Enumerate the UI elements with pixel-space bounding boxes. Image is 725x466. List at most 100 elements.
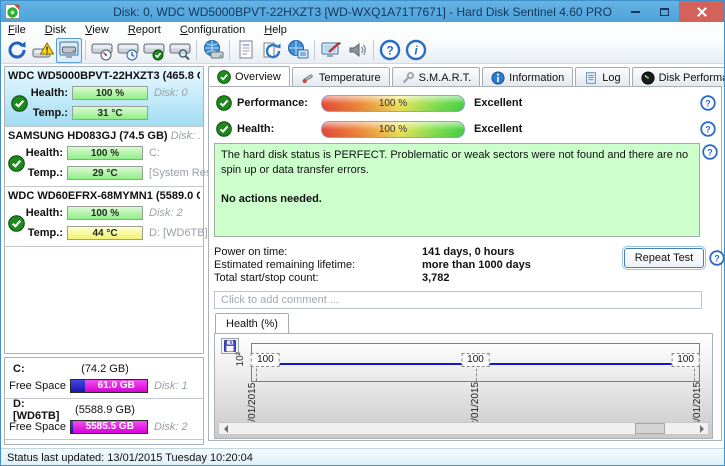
menu-file[interactable]: File <box>8 24 26 36</box>
partition-item-d[interactable]: D: [WD6TB] (5588.9 GB) Free Space 5585.5… <box>5 399 203 440</box>
partition-item-c[interactable]: C: (74.2 GB) Free Space 61.0 GB Disk: 1 <box>5 358 203 399</box>
stat-start-stop-count: Total start/stop count: 3,782 <box>214 271 531 284</box>
globe-disk-icon[interactable] <box>200 38 226 63</box>
stat-remaining-lifetime: Estimated remaining lifetime: more than … <box>214 258 531 271</box>
health-label: Health: <box>30 87 68 99</box>
disk-number: Disk: 0 <box>154 87 200 99</box>
minimize-icon <box>631 11 640 13</box>
chart-point-label: 100 <box>461 353 490 367</box>
svg-text:?: ? <box>707 148 713 158</box>
disk-item-2[interactable]: WDC WD60EFRX-68MYMN1 (5589.0 GB) Health:… <box>5 187 203 247</box>
menubar: File Disk View Report Configuration Help <box>1 22 724 37</box>
help-icon[interactable]: ? <box>377 38 403 63</box>
health-bar: 100 % <box>67 146 143 160</box>
repeat-test-button[interactable]: Repeat Test <box>624 248 704 268</box>
thermometer-icon <box>301 71 315 85</box>
speaker-icon[interactable] <box>344 38 370 63</box>
tab-smart[interactable]: S.M.A.R.T. <box>392 67 481 87</box>
ok-check-icon <box>216 95 232 111</box>
status-last-updated: Status last updated: 13/01/2015 Tuesday … <box>7 452 253 464</box>
refresh-status-icon[interactable] <box>4 38 30 63</box>
tab-temperature[interactable]: Temperature <box>292 67 390 87</box>
repeat-test-help-icon[interactable]: ? <box>709 250 725 266</box>
stats-block: Power on time: 141 days, 0 hours Estimat… <box>214 245 531 284</box>
free-space-label: Free Space <box>8 380 66 392</box>
menu-report[interactable]: Report <box>128 24 161 36</box>
svg-text:?: ? <box>386 44 393 58</box>
tab-bar: Overview Temperature S.M.A.R.T. Informat… <box>208 66 725 87</box>
health-bar: 100 % <box>67 206 143 220</box>
smart-tool-icon <box>401 71 415 85</box>
toolbar-separator <box>196 40 197 60</box>
disk-item-0[interactable]: WDC WD5000BPVT-22HXZT3 (465.8 GB) Health… <box>5 67 203 127</box>
disk-title: WDC WD5000BPVT-22HXZT3 (465.8 GB) <box>8 68 200 83</box>
menu-view[interactable]: View <box>85 24 109 36</box>
health-history-chart: 10² 100 100 100 11/01/2015 12/01/2015 13… <box>214 333 713 439</box>
scroll-right-icon[interactable] <box>695 423 708 434</box>
health-row: Health: 100 % Excellent <box>216 119 522 139</box>
disk-monitor-icon[interactable] <box>56 38 82 63</box>
refresh-report-icon[interactable] <box>259 38 285 63</box>
chart-tab-health[interactable]: Health (%) <box>215 313 289 333</box>
menu-disk[interactable]: Disk <box>45 24 66 36</box>
comment-input[interactable] <box>214 291 702 309</box>
disk-warning-icon[interactable] <box>30 38 56 63</box>
health-rating: Excellent <box>474 123 522 135</box>
disk-check-icon[interactable] <box>141 38 167 63</box>
used-space-segment <box>71 380 85 392</box>
scroll-left-icon[interactable] <box>219 423 232 434</box>
performance-help-icon[interactable]: ? <box>700 95 716 111</box>
partition-disk-number: Disk: 1 <box>154 380 188 392</box>
performance-label: Performance: <box>237 97 321 109</box>
main-panel: Overview Temperature S.M.A.R.T. Informat… <box>208 64 722 445</box>
minimize-button[interactable] <box>621 1 650 22</box>
close-button[interactable] <box>679 1 724 22</box>
disk-volumes: D: [WD6TB] <box>149 227 208 239</box>
info-icon <box>491 71 505 85</box>
health-label: Health: <box>25 207 63 219</box>
disk-clock-icon[interactable] <box>115 38 141 63</box>
network-monitor-icon[interactable] <box>285 38 311 63</box>
menu-configuration[interactable]: Configuration <box>180 24 245 36</box>
titlebar: Disk: 0, WDC WD5000BPVT-22HXZT3 [WD-WXQ1… <box>1 1 724 22</box>
disk-gauge-icon[interactable] <box>89 38 115 63</box>
health-label: Health: <box>237 123 321 135</box>
app-window: Disk: 0, WDC WD5000BPVT-22HXZT3 [WD-WXQ1… <box>0 0 725 466</box>
toolbar-separator <box>85 40 86 60</box>
toolbar-separator <box>373 40 374 60</box>
status-text-box: The hard disk status is PERFECT. Problem… <box>214 143 700 237</box>
health-label: Health: <box>25 147 63 159</box>
free-space-label: Free Space <box>8 421 66 433</box>
health-bar: 100 % <box>72 86 148 100</box>
status-help-icon[interactable]: ? <box>702 144 718 160</box>
tab-information[interactable]: Information <box>482 67 573 87</box>
disk-search-icon[interactable] <box>167 38 193 63</box>
tab-disk-performance[interactable]: Disk Performance <box>632 67 725 87</box>
status-action-text: No actions needed. <box>221 192 693 207</box>
disk-title: SAMSUNG HD083GJ (74.5 GB) Disk: 1 <box>8 128 200 143</box>
overview-check-icon <box>217 70 231 84</box>
temp-bar: 44 °C <box>67 226 143 240</box>
monitor-settings-icon[interactable] <box>318 38 344 63</box>
toolbar-separator <box>314 40 315 60</box>
svg-text:?: ? <box>705 125 711 135</box>
ok-check-icon <box>216 121 232 137</box>
partition-letter: C: <box>8 363 65 375</box>
health-bar: 100 % <box>321 121 465 138</box>
information-icon[interactable]: i <box>403 38 429 63</box>
partition-size: (5588.9 GB) <box>65 404 145 416</box>
chart-scrollbar[interactable] <box>218 422 709 435</box>
overview-tab-content: Performance: 100 % Excellent ? Health: 1… <box>208 86 722 441</box>
free-space-bar: 5585.5 GB <box>70 420 148 434</box>
performance-row: Performance: 100 % Excellent <box>216 93 522 113</box>
maximize-button[interactable] <box>650 1 679 22</box>
svg-text:?: ? <box>705 99 711 109</box>
disk-item-1[interactable]: SAMSUNG HD083GJ (74.5 GB) Disk: 1 Health… <box>5 127 203 187</box>
tab-log[interactable]: Log <box>575 67 629 87</box>
scrollbar-thumb[interactable] <box>635 423 665 434</box>
menu-help[interactable]: Help <box>264 24 287 36</box>
report-document-icon[interactable] <box>233 38 259 63</box>
health-help-icon[interactable]: ? <box>700 121 716 137</box>
tab-overview[interactable]: Overview <box>208 66 290 87</box>
statusbar: Status last updated: 13/01/2015 Tuesday … <box>1 448 724 466</box>
